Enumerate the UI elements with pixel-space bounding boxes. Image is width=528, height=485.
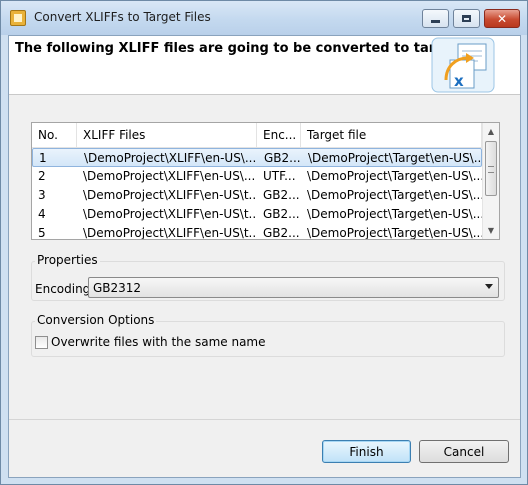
conversion-options-group-label: Conversion Options xyxy=(35,313,157,327)
close-button[interactable]: ✕ xyxy=(484,9,520,28)
cell-xliff-file: \DemoProject\XLIFF\en-US\t... xyxy=(83,226,257,240)
cell-target-file: \DemoProject\Target\en-US\... xyxy=(307,188,482,202)
column-header-xliff-files[interactable]: XLIFF Files xyxy=(77,123,257,147)
cell-xliff-file: \DemoProject\XLIFF\en-US\t... xyxy=(83,188,257,202)
cell-no: 4 xyxy=(38,207,46,221)
header-title: The following XLIFF files are going to b… xyxy=(15,41,495,56)
table-row[interactable]: 1 \DemoProject\XLIFF\en-US\... GB2... \D… xyxy=(32,148,483,167)
minimize-button[interactable] xyxy=(422,9,449,28)
column-header-encoding[interactable]: Enc... xyxy=(257,123,301,147)
scroll-down-icon[interactable]: ▼ xyxy=(483,222,499,239)
scroll-up-icon[interactable]: ▲ xyxy=(483,123,499,140)
footer-divider xyxy=(9,419,520,420)
table-row[interactable]: 4 \DemoProject\XLIFF\en-US\t... GB2... \… xyxy=(32,205,482,224)
cell-no: 5 xyxy=(38,226,46,240)
app-icon xyxy=(10,10,26,26)
table-row[interactable]: 5 \DemoProject\XLIFF\en-US\t... GB2... \… xyxy=(32,224,482,240)
conversion-options-group: Conversion Options Overwrite files with … xyxy=(31,313,505,357)
table-vertical-scrollbar[interactable]: ▲ ▼ xyxy=(482,123,499,239)
chevron-down-icon xyxy=(485,284,493,289)
cell-no: 3 xyxy=(38,188,46,202)
encoding-select[interactable]: GB2312 xyxy=(88,277,499,298)
cell-target-file: \DemoProject\Target\en-US\... xyxy=(307,207,482,221)
dialog-content: The following XLIFF files are going to b… xyxy=(8,35,521,478)
scrollbar-thumb[interactable] xyxy=(485,141,497,196)
column-header-target-file[interactable]: Target file xyxy=(301,123,482,147)
maximize-button[interactable] xyxy=(453,9,480,28)
maximize-icon xyxy=(462,15,471,22)
cell-xliff-file: \DemoProject\XLIFF\en-US\... xyxy=(84,151,257,165)
cell-encoding: GB2... xyxy=(263,226,300,240)
cell-encoding: GB2... xyxy=(263,207,300,221)
cell-xliff-file: \DemoProject\XLIFF\en-US\t... xyxy=(83,207,257,221)
encoding-select-value: GB2312 xyxy=(93,281,142,295)
properties-group: Properties Encoding GB2312 xyxy=(31,253,505,301)
properties-group-label: Properties xyxy=(35,253,100,267)
wizard-header: The following XLIFF files are going to b… xyxy=(9,36,520,95)
table-row[interactable]: 3 \DemoProject\XLIFF\en-US\t... GB2... \… xyxy=(32,186,482,205)
cell-xliff-file: \DemoProject\XLIFF\en-US\... xyxy=(83,169,256,183)
encoding-label: Encoding xyxy=(35,282,91,296)
cell-encoding: GB2... xyxy=(263,188,300,202)
title-bar[interactable]: Convert XLIFFs to Target Files ✕ xyxy=(1,1,527,35)
overwrite-checkbox[interactable] xyxy=(35,336,48,349)
cell-target-file: \DemoProject\Target\en-US\... xyxy=(307,169,482,183)
table-header: No. XLIFF Files Enc... Target file xyxy=(32,123,482,148)
cell-target-file: \DemoProject\Target\en-US\... xyxy=(307,226,482,240)
column-header-no[interactable]: No. xyxy=(32,123,77,147)
cell-encoding: UTF... xyxy=(263,169,296,183)
cell-no: 1 xyxy=(39,151,47,165)
finish-button[interactable]: Finish xyxy=(322,440,411,463)
files-table[interactable]: No. XLIFF Files Enc... Target file 1 \De… xyxy=(31,122,500,240)
cancel-button[interactable]: Cancel xyxy=(419,440,509,463)
dialog-window: Convert XLIFFs to Target Files ✕ The fol… xyxy=(0,0,528,485)
cell-target-file: \DemoProject\Target\en-US\... xyxy=(308,151,483,165)
window-title: Convert XLIFFs to Target Files xyxy=(34,10,211,24)
overwrite-checkbox-label[interactable]: Overwrite files with the same name xyxy=(51,335,266,349)
xliff-convert-icon: x xyxy=(431,37,495,93)
close-icon: ✕ xyxy=(496,11,508,26)
header-image-letter: x xyxy=(454,72,464,90)
minimize-icon xyxy=(431,20,440,23)
table-row[interactable]: 2 \DemoProject\XLIFF\en-US\... UTF... \D… xyxy=(32,167,482,186)
cell-no: 2 xyxy=(38,169,46,183)
cell-encoding: GB2... xyxy=(264,151,301,165)
